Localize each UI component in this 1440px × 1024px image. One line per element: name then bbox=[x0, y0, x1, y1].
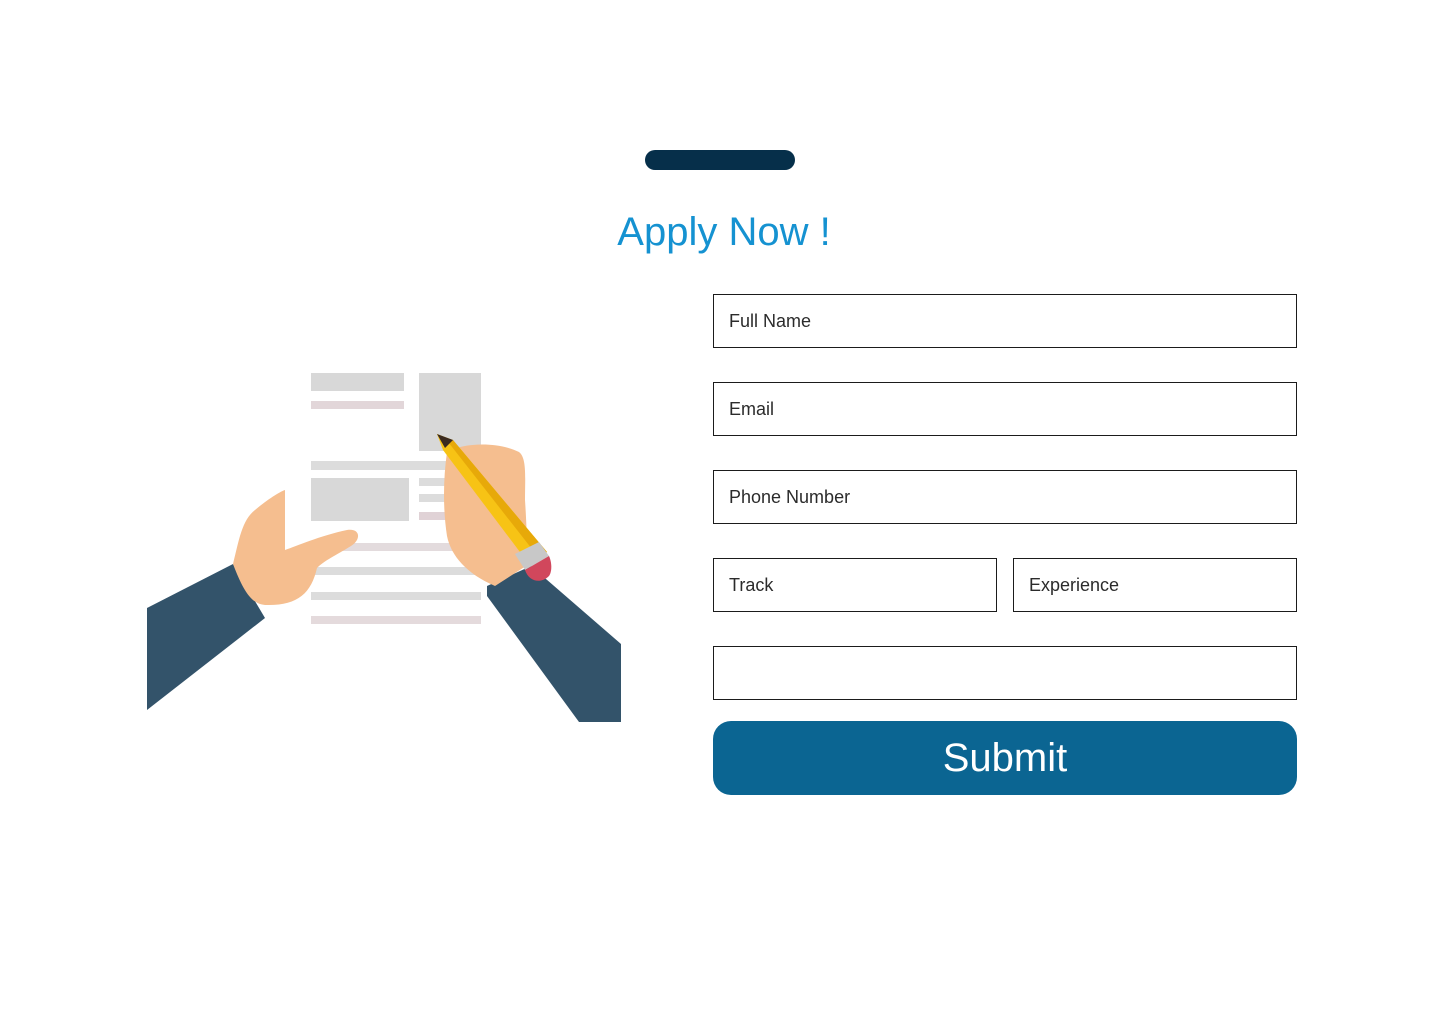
phone-number-field[interactable] bbox=[713, 470, 1297, 524]
track-field[interactable] bbox=[713, 558, 997, 612]
email-field[interactable] bbox=[713, 382, 1297, 436]
top-decorative-pill bbox=[645, 150, 795, 170]
additional-field[interactable] bbox=[713, 646, 1297, 700]
submit-button[interactable]: Submit bbox=[713, 721, 1297, 795]
full-name-field[interactable] bbox=[713, 294, 1297, 348]
hands-writing-document-illustration bbox=[147, 362, 621, 722]
experience-field[interactable] bbox=[1013, 558, 1297, 612]
page-title: Apply Now ! bbox=[617, 210, 831, 254]
